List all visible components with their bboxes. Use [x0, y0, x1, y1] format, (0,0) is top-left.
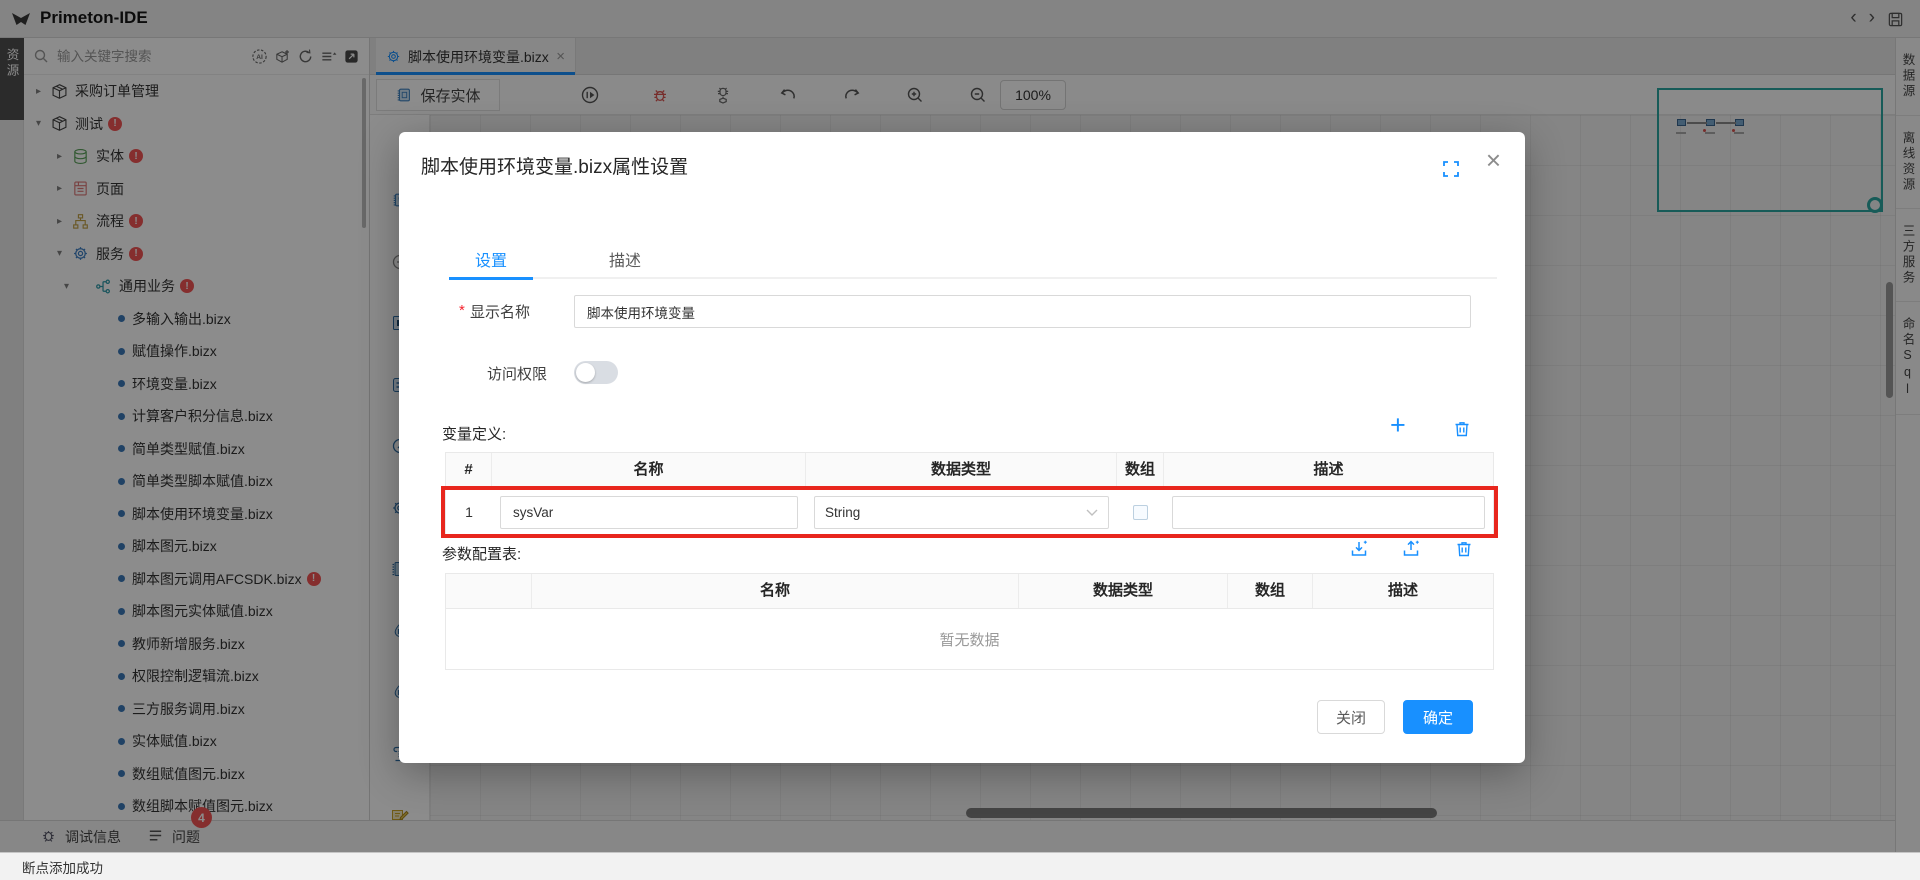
add-variable-icon[interactable]: + — [1390, 412, 1406, 439]
display-name-label: 显示名称 — [470, 301, 530, 322]
header-cell: 描述 — [1313, 574, 1493, 608]
variable-row-index: 1 — [446, 504, 492, 520]
variables-table: # 名称 数据类型 数组 描述 1 String — [445, 452, 1494, 537]
access-permission-label: 访问权限 — [487, 363, 547, 384]
required-asterisk: * — [459, 302, 465, 319]
variable-array-checkbox[interactable] — [1133, 505, 1148, 520]
header-cell: 数据类型 — [806, 453, 1117, 487]
header-cell: 数据类型 — [1019, 574, 1228, 608]
empty-placeholder: 暂无数据 — [446, 609, 1493, 669]
export-icon[interactable] — [1401, 539, 1421, 559]
delete-variable-icon[interactable] — [1452, 419, 1472, 439]
chevron-down-icon — [1086, 509, 1098, 516]
params-table-header: 名称 数据类型 数组 描述 — [446, 574, 1493, 609]
properties-dialog: 脚本使用环境变量.bizx属性设置 × 设置 描述 * 显示名称 访问权限 变量… — [399, 132, 1525, 763]
tab-divider — [449, 277, 1497, 279]
variable-type-select[interactable]: String — [814, 496, 1109, 529]
header-cell: 描述 — [1164, 453, 1493, 487]
ok-button[interactable]: 确定 — [1403, 700, 1473, 734]
access-permission-toggle[interactable] — [574, 361, 618, 384]
header-cell: 名称 — [492, 453, 806, 487]
variable-row: 1 String — [446, 488, 1493, 536]
display-name-input[interactable] — [574, 295, 1471, 328]
dialog-tab-description[interactable]: 描述 — [569, 244, 681, 274]
header-cell: # — [446, 453, 492, 487]
import-icon[interactable] — [1349, 539, 1369, 559]
variable-name-input[interactable] — [500, 496, 798, 529]
dialog-tab-settings[interactable]: 设置 — [449, 244, 533, 274]
dialog-title: 脚本使用环境变量.bizx属性设置 — [421, 152, 688, 179]
close-button[interactable]: 关闭 — [1317, 700, 1385, 734]
primeton-ide-window: Primeton-IDE ‹› 资源 AI ▸采购订单管理▾测试!▸实体!▸页面… — [0, 0, 1920, 880]
status-bar: 断点添加成功 — [0, 852, 1920, 880]
delete-param-icon[interactable] — [1454, 539, 1474, 559]
status-message: 断点添加成功 — [22, 857, 103, 877]
close-icon[interactable]: × — [1486, 146, 1501, 174]
fullscreen-icon[interactable] — [1441, 159, 1461, 179]
header-cell: 名称 — [532, 574, 1019, 608]
params-section-label: 参数配置表: — [442, 543, 521, 564]
header-cell: 数组 — [1117, 453, 1164, 487]
variables-section-label: 变量定义: — [442, 423, 506, 444]
variable-type-value: String — [825, 505, 860, 520]
active-tab-underline — [449, 277, 533, 280]
variable-desc-input[interactable] — [1172, 496, 1485, 529]
variables-table-header: # 名称 数据类型 数组 描述 — [446, 453, 1493, 488]
params-table: 名称 数据类型 数组 描述 暂无数据 — [445, 573, 1494, 670]
header-cell — [446, 574, 532, 608]
header-cell: 数组 — [1228, 574, 1313, 608]
